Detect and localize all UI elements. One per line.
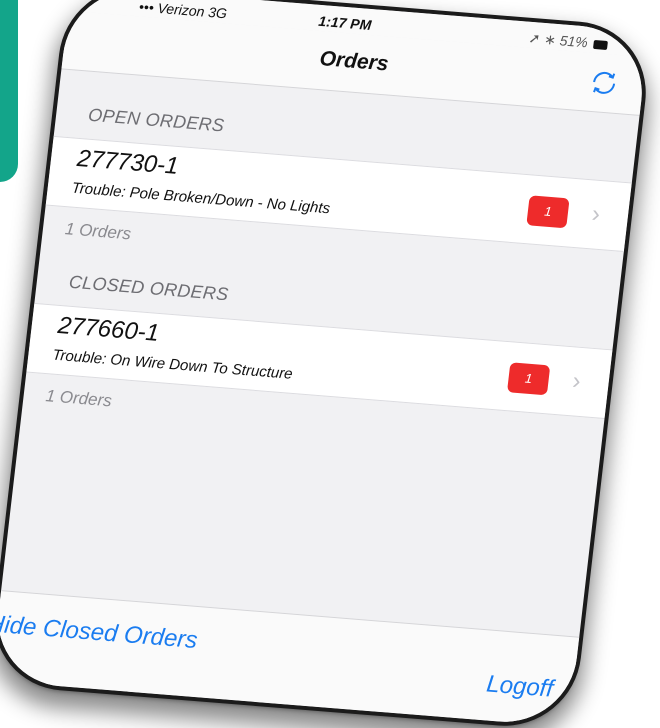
order-number: 277660-1: [56, 311, 161, 347]
phone-screen: ••• Verizon 3G 1:17 PM ➚ ∗ 51% Orders OP…: [0, 0, 650, 728]
hide-closed-orders-button[interactable]: Hide Closed Orders: [0, 610, 199, 655]
order-number: 277730-1: [75, 144, 180, 180]
order-badge: 1: [526, 195, 570, 229]
open-orders-header: OPEN ORDERS: [87, 104, 226, 136]
open-orders-count: 1 Orders: [64, 219, 133, 244]
battery-icon: [592, 39, 608, 50]
logoff-button[interactable]: Logoff: [485, 670, 555, 703]
chevron-right-icon: ›: [590, 200, 602, 228]
order-description: Trouble: Pole Broken/Down - No Lights: [70, 179, 331, 218]
closed-orders-count: 1 Orders: [44, 386, 113, 411]
closed-orders-header: CLOSED ORDERS: [67, 271, 230, 305]
bottom-toolbar: Hide Closed Orders Logoff: [0, 590, 580, 728]
background-card: [0, 0, 18, 182]
order-row-open[interactable]: 277730-1 Trouble: Pole Broken/Down - No …: [45, 135, 632, 253]
chevron-right-icon: ›: [571, 367, 583, 395]
battery-percent: ➚ ∗ 51%: [527, 29, 589, 51]
refresh-icon[interactable]: [587, 67, 620, 99]
order-badge: 1: [506, 362, 551, 396]
screenshot-stage: ••• Verizon 3G 1:17 PM ➚ ∗ 51% Orders OP…: [0, 0, 660, 728]
clock: 1:17 PM: [317, 12, 373, 33]
order-description: Trouble: On Wire Down To Structure: [51, 346, 294, 383]
order-row-closed[interactable]: 277660-1 Trouble: On Wire Down To Struct…: [26, 302, 613, 420]
